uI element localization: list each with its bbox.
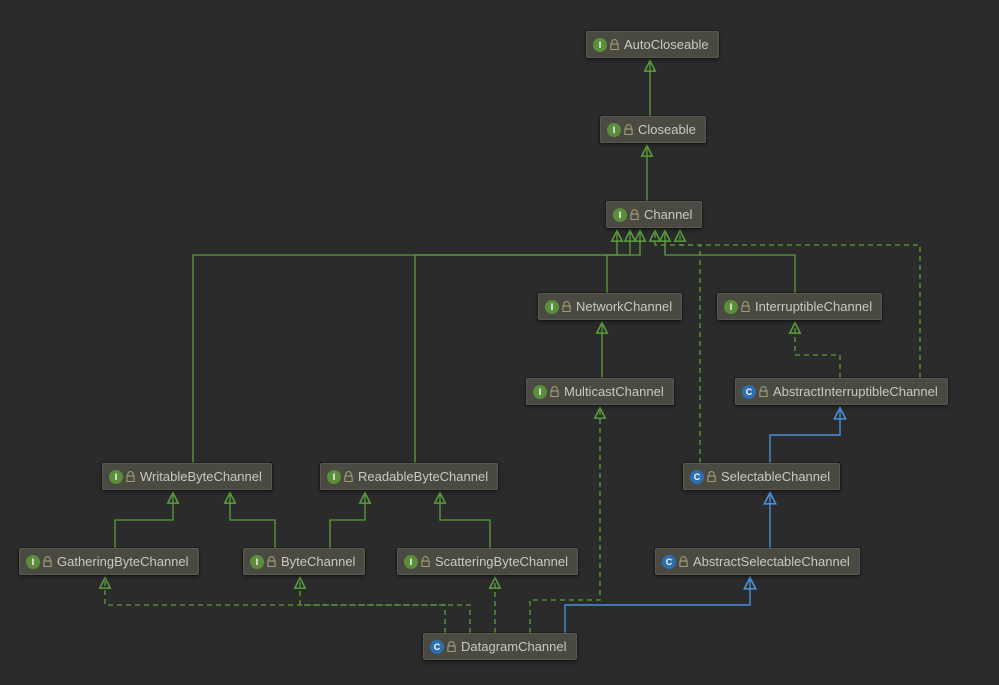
interface-icon: I — [533, 385, 547, 399]
lock-icon — [344, 471, 353, 483]
node-interruptiblechannel[interactable]: I InterruptibleChannel — [717, 293, 882, 320]
interface-icon: I — [404, 555, 418, 569]
node-label: GatheringByteChannel — [57, 554, 189, 569]
lock-icon — [562, 301, 571, 313]
lock-icon — [610, 39, 619, 51]
node-label: InterruptibleChannel — [755, 299, 872, 314]
node-writablebytechannel[interactable]: I WritableByteChannel — [102, 463, 272, 490]
lock-icon — [630, 209, 639, 221]
interface-icon: I — [724, 300, 738, 314]
edges-layer — [0, 0, 999, 685]
interface-icon: I — [545, 300, 559, 314]
node-autocloseable[interactable]: I AutoCloseable — [586, 31, 719, 58]
node-label: ByteChannel — [281, 554, 355, 569]
node-multicastchannel[interactable]: I MulticastChannel — [526, 378, 674, 405]
node-selectablechannel[interactable]: C SelectableChannel — [683, 463, 840, 490]
interface-icon: I — [593, 38, 607, 52]
interface-icon: I — [250, 555, 264, 569]
node-abstractinterruptiblechannel[interactable]: C AbstractInterruptibleChannel — [735, 378, 948, 405]
class-icon: C — [430, 640, 444, 654]
node-closeable[interactable]: I Closeable — [600, 116, 706, 143]
lock-icon — [447, 641, 456, 653]
node-networkchannel[interactable]: I NetworkChannel — [538, 293, 682, 320]
node-label: Channel — [644, 207, 692, 222]
node-label: SelectableChannel — [721, 469, 830, 484]
node-datagramchannel[interactable]: C DatagramChannel — [423, 633, 577, 660]
node-abstractselectablechannel[interactable]: C AbstractSelectableChannel — [655, 548, 860, 575]
lock-icon — [741, 301, 750, 313]
lock-icon — [126, 471, 135, 483]
interface-icon: I — [607, 123, 621, 137]
lock-icon — [679, 556, 688, 568]
interface-icon: I — [109, 470, 123, 484]
interface-icon: I — [327, 470, 341, 484]
node-label: AbstractSelectableChannel — [693, 554, 850, 569]
node-label: MulticastChannel — [564, 384, 664, 399]
class-icon: C — [742, 385, 756, 399]
node-scatteringbytechannel[interactable]: I ScatteringByteChannel — [397, 548, 578, 575]
node-label: WritableByteChannel — [140, 469, 262, 484]
lock-icon — [624, 124, 633, 136]
interface-icon: I — [26, 555, 40, 569]
lock-icon — [759, 386, 768, 398]
class-icon: C — [690, 470, 704, 484]
interface-icon: I — [613, 208, 627, 222]
node-label: AutoCloseable — [624, 37, 709, 52]
class-icon: C — [662, 555, 676, 569]
lock-icon — [43, 556, 52, 568]
lock-icon — [421, 556, 430, 568]
diagram-canvas: I AutoCloseable I Closeable I Channel I … — [0, 0, 999, 685]
node-label: NetworkChannel — [576, 299, 672, 314]
node-label: AbstractInterruptibleChannel — [773, 384, 938, 399]
node-readablebytechannel[interactable]: I ReadableByteChannel — [320, 463, 498, 490]
lock-icon — [707, 471, 716, 483]
node-channel[interactable]: I Channel — [606, 201, 702, 228]
lock-icon — [550, 386, 559, 398]
node-label: Closeable — [638, 122, 696, 137]
node-label: ScatteringByteChannel — [435, 554, 568, 569]
node-label: ReadableByteChannel — [358, 469, 488, 484]
node-gatheringbytechannel[interactable]: I GatheringByteChannel — [19, 548, 199, 575]
node-bytechannel[interactable]: I ByteChannel — [243, 548, 365, 575]
node-label: DatagramChannel — [461, 639, 567, 654]
lock-icon — [267, 556, 276, 568]
